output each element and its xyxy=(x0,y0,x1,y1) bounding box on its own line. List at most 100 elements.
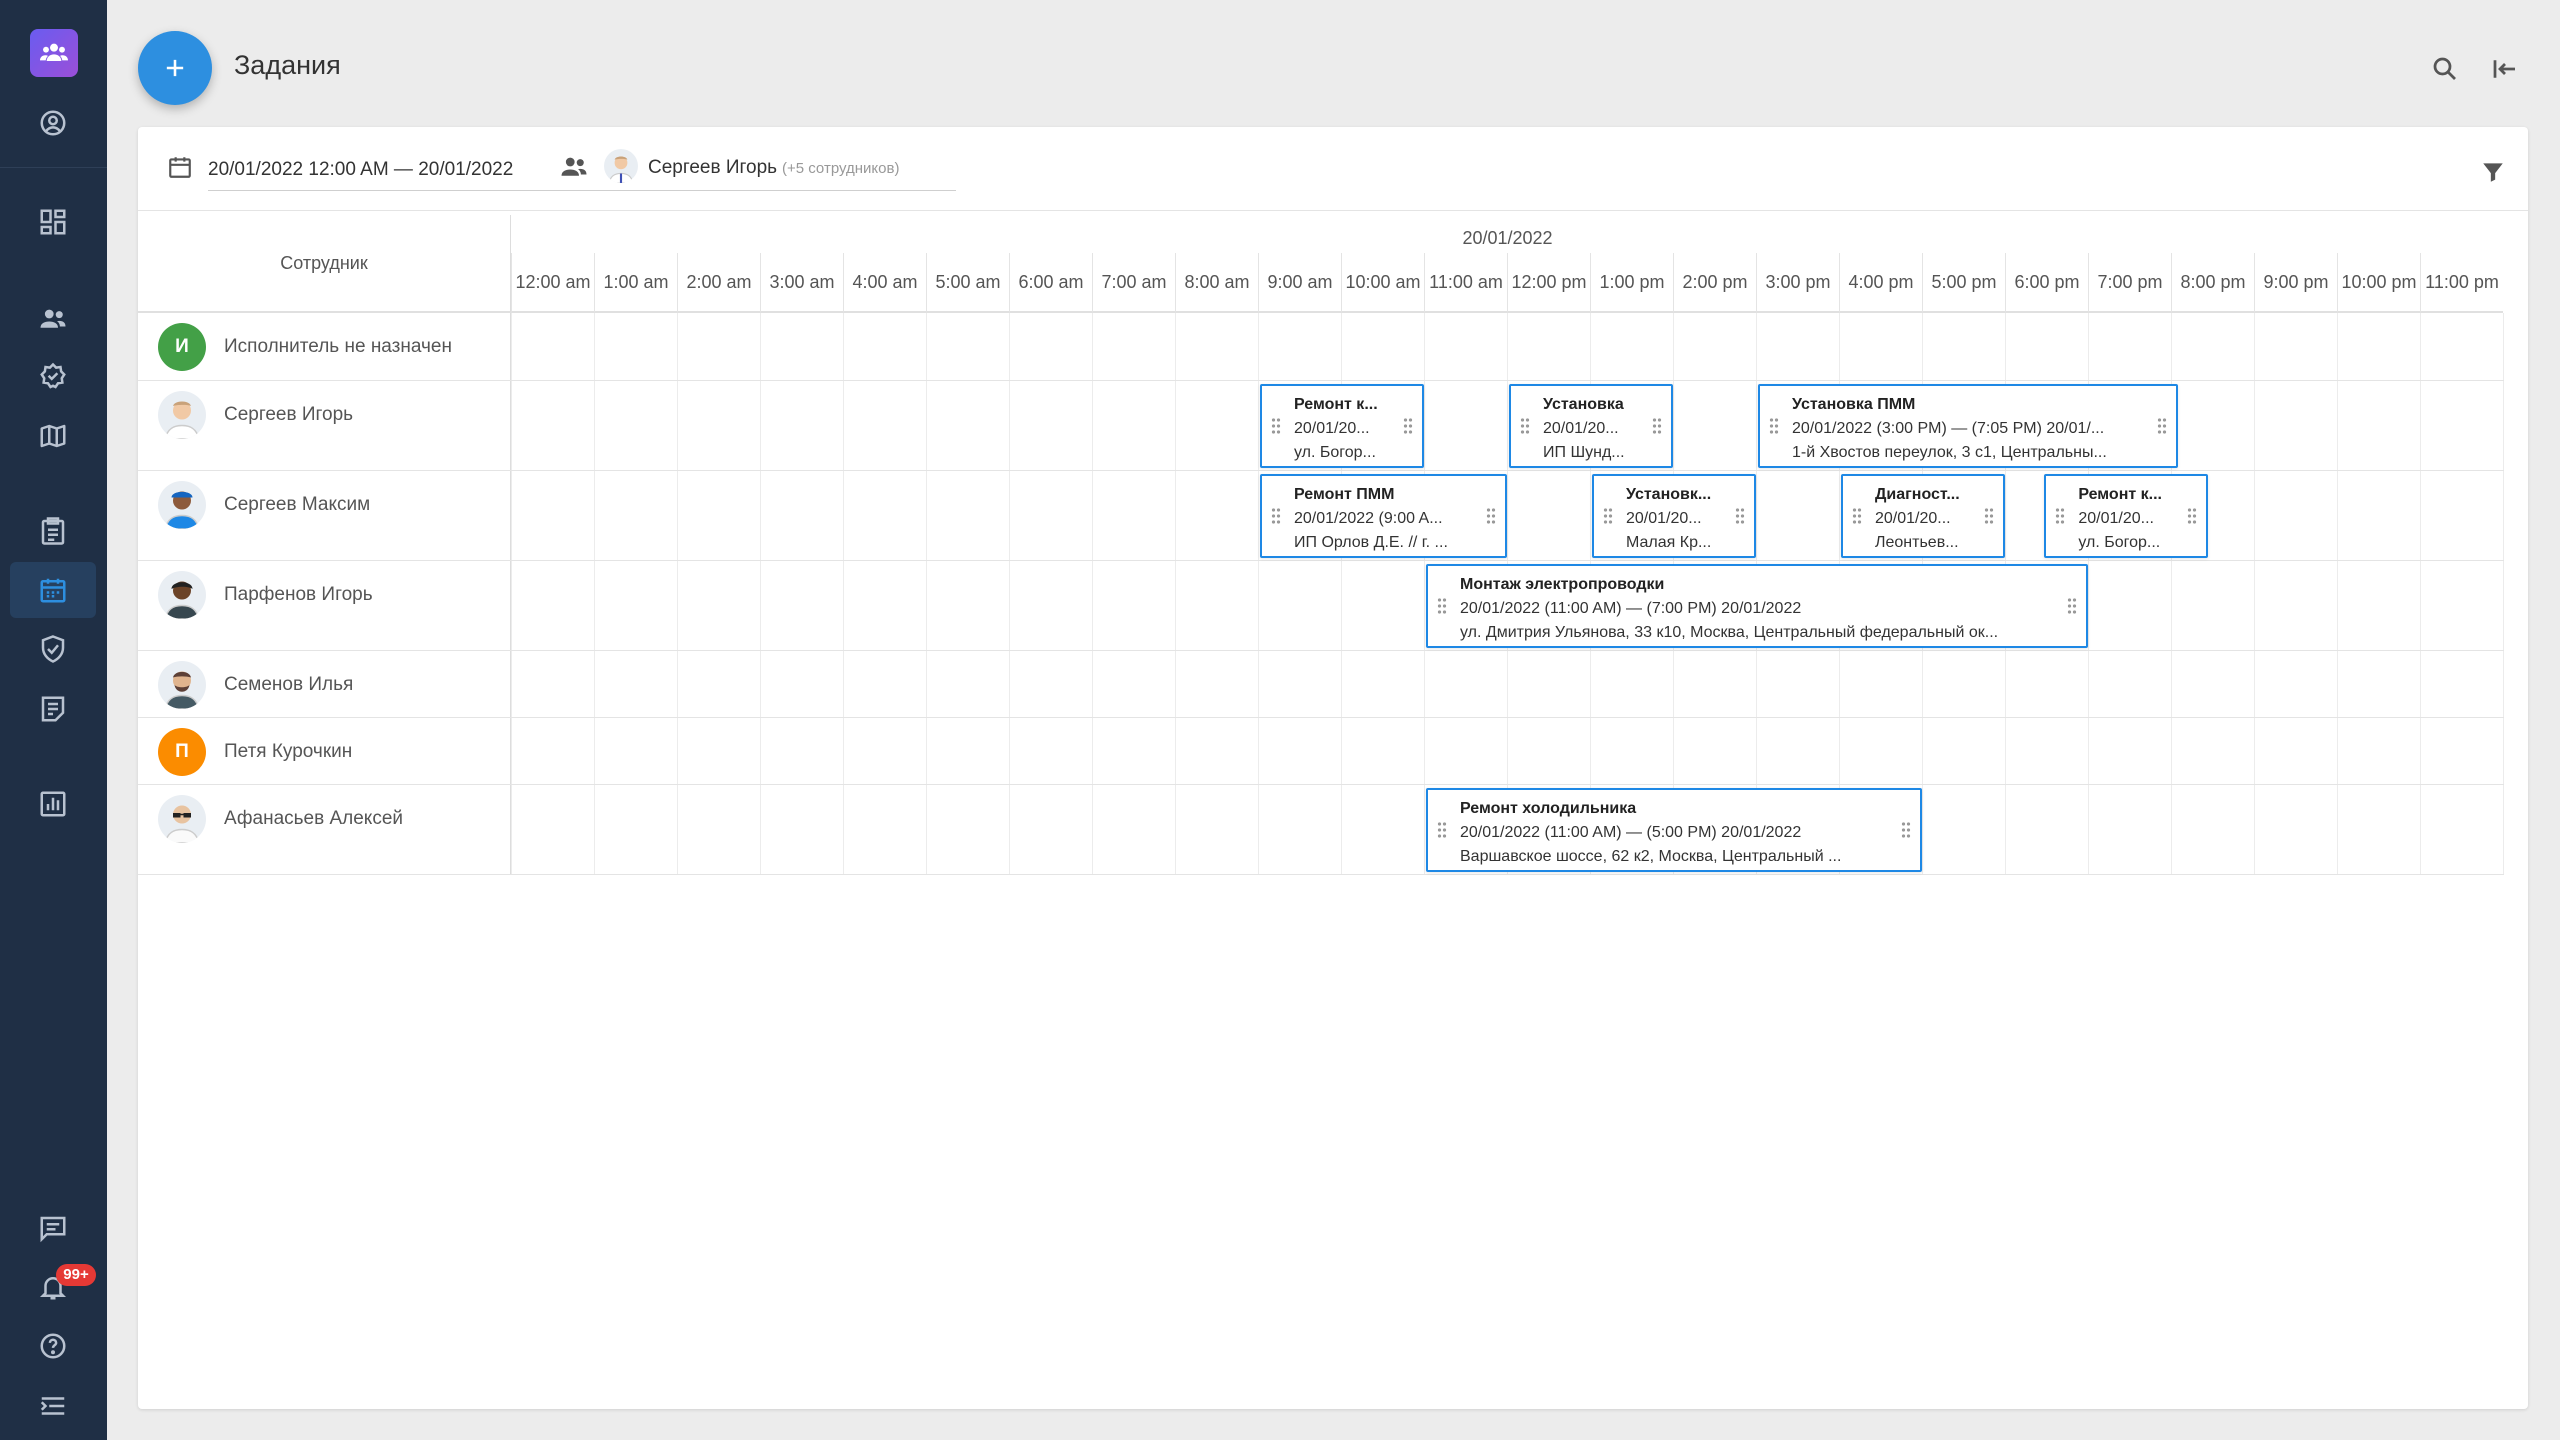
drag-handle-icon[interactable] xyxy=(2187,507,2198,525)
task-card[interactable]: Установк... 20/01/20... Малая Кр... xyxy=(1592,474,1756,558)
drag-handle-icon[interactable] xyxy=(1520,417,1530,435)
hour-gridline xyxy=(926,785,927,874)
hour-gridline xyxy=(2005,471,2006,560)
task-title: Диагност... xyxy=(1875,486,1960,503)
hour-gridline xyxy=(2254,381,2255,470)
drag-handle-icon[interactable] xyxy=(1271,507,1281,525)
hour-gridline xyxy=(2005,718,2006,784)
task-content: Установка 20/01/20... ИП Шунд... xyxy=(1543,393,1639,465)
hour-gridline xyxy=(760,313,761,380)
hour-header: 2:00 pm xyxy=(1673,253,1756,313)
hour-gridline xyxy=(2420,471,2421,560)
help-icon[interactable] xyxy=(34,1327,72,1365)
hour-gridline xyxy=(1507,718,1508,784)
drag-handle-icon[interactable] xyxy=(1271,417,1281,435)
filter-icon[interactable] xyxy=(2478,157,2508,187)
task-card[interactable]: Установка 20/01/20... ИП Шунд... xyxy=(1509,384,1673,468)
notes-icon[interactable] xyxy=(34,690,72,728)
search-icon[interactable] xyxy=(2428,52,2462,86)
drag-handle-icon[interactable] xyxy=(1984,507,1994,525)
people-icon[interactable] xyxy=(34,300,72,338)
task-card[interactable]: Ремонт ПММ 20/01/2022 (9:00 A... ИП Орлов … xyxy=(1260,474,1507,558)
hour-gridline xyxy=(760,561,761,650)
drag-handle-icon[interactable] xyxy=(2156,417,2167,435)
hour-header: 2:00 am xyxy=(677,253,760,313)
avatar xyxy=(158,391,206,439)
hour-gridline xyxy=(1424,718,1425,784)
hour-gridline xyxy=(1175,718,1176,784)
team-logo-icon[interactable] xyxy=(30,29,78,77)
drag-handle-icon[interactable] xyxy=(1603,507,1613,525)
drag-handle-icon[interactable] xyxy=(1652,417,1662,435)
account-circle-icon[interactable] xyxy=(34,104,72,142)
employee-filter[interactable]: Сергеев Игорь (+5 сотрудников) xyxy=(604,145,956,191)
task-card[interactable]: Ремонт к... 20/01/20... ул. Богор... xyxy=(1260,384,1424,468)
collapse-menu-icon[interactable] xyxy=(34,1387,72,1425)
task-time: 20/01/20... xyxy=(1294,420,1370,437)
hour-gridline xyxy=(2254,785,2255,874)
hour-gridline xyxy=(2005,313,2006,380)
avatar: П xyxy=(158,728,206,776)
employee-row: Парфенов Игорь xyxy=(138,561,2504,651)
hour-gridline xyxy=(2420,785,2421,874)
task-title: Монтаж электропроводки xyxy=(1460,576,1665,593)
map-icon[interactable] xyxy=(34,417,72,455)
hour-gridline xyxy=(1258,381,1259,470)
hour-gridline xyxy=(594,651,595,717)
employee-name: Исполнитель не назначен xyxy=(224,336,452,357)
task-card[interactable]: Монтаж электропроводки 20/01/2022 (11:00 … xyxy=(1426,564,2088,648)
add-task-button[interactable] xyxy=(138,31,212,105)
drag-handle-icon[interactable] xyxy=(1403,417,1413,435)
drag-handle-icon[interactable] xyxy=(1901,821,1911,839)
hour-gridline xyxy=(2503,651,2504,717)
hour-gridline xyxy=(1424,381,1425,470)
employee-name: Афанасьев Алексей xyxy=(224,808,404,829)
task-time: 20/01/2022 (9:00 A... xyxy=(1294,510,1443,527)
task-card[interactable]: Установка ПММ 20/01/2022 (3:00 PM) — (7:0… xyxy=(1758,384,2178,468)
hour-gridline xyxy=(2088,651,2089,717)
hour-gridline xyxy=(1175,785,1176,874)
hour-header: 11:00 am xyxy=(1424,253,1507,313)
hour-gridline xyxy=(511,785,512,874)
task-card[interactable]: Ремонт к... 20/01/20... ул. Богор... xyxy=(2044,474,2209,558)
drag-handle-icon[interactable] xyxy=(2055,507,2066,525)
hour-gridline xyxy=(2171,561,2172,650)
task-address: Леонтьев... xyxy=(1875,534,1959,551)
employee-row: Афанасьев Алексей xyxy=(138,785,2504,875)
task-check-icon[interactable] xyxy=(34,630,72,668)
hour-header: 5:00 pm xyxy=(1922,253,2005,313)
chart-icon[interactable] xyxy=(34,785,72,823)
hour-gridline xyxy=(1341,651,1342,717)
task-time: 20/01/20... xyxy=(1875,510,1951,527)
hour-header: 1:00 am xyxy=(594,253,677,313)
dashboard-icon[interactable] xyxy=(34,203,72,241)
hour-gridline xyxy=(2503,718,2504,784)
drag-handle-icon[interactable] xyxy=(1437,821,1447,839)
chat-icon[interactable] xyxy=(34,1209,72,1247)
task-card[interactable]: Диагност... 20/01/20... Леонтьев... xyxy=(1841,474,2005,558)
drag-handle-icon[interactable] xyxy=(1769,417,1779,435)
task-card[interactable]: Ремонт холодильника 20/01/2022 (11:00 AM)… xyxy=(1426,788,1922,872)
hour-gridline xyxy=(1258,471,1259,560)
drag-handle-icon[interactable] xyxy=(1437,597,1447,615)
collapse-panel-icon[interactable] xyxy=(2488,52,2522,86)
badge-check-icon[interactable] xyxy=(34,358,72,396)
plus-icon xyxy=(166,59,184,77)
task-time: 20/01/2022 (11:00 AM) — (7:00 PM) 20/01/… xyxy=(1460,600,1802,617)
hour-gridline xyxy=(2005,785,2006,874)
date-range-value: 20/01/2022 12:00 AM — 20/01/2022 xyxy=(208,159,514,180)
hour-gridline xyxy=(843,561,844,650)
hour-gridline xyxy=(594,785,595,874)
hour-gridline xyxy=(1756,313,1757,380)
clipboard-icon[interactable] xyxy=(34,512,72,550)
drag-handle-icon[interactable] xyxy=(1735,507,1745,525)
task-title: Ремонт к... xyxy=(1294,396,1378,413)
drag-handle-icon[interactable] xyxy=(1852,507,1862,525)
hour-gridline xyxy=(2088,561,2089,650)
calendar-icon[interactable] xyxy=(34,571,72,609)
drag-handle-icon[interactable] xyxy=(2067,597,2077,615)
task-address: ИП Шунд... xyxy=(1543,444,1625,461)
hour-gridline xyxy=(843,785,844,874)
employee-name: Сергеев Игорь xyxy=(224,404,354,425)
drag-handle-icon[interactable] xyxy=(1486,507,1496,525)
